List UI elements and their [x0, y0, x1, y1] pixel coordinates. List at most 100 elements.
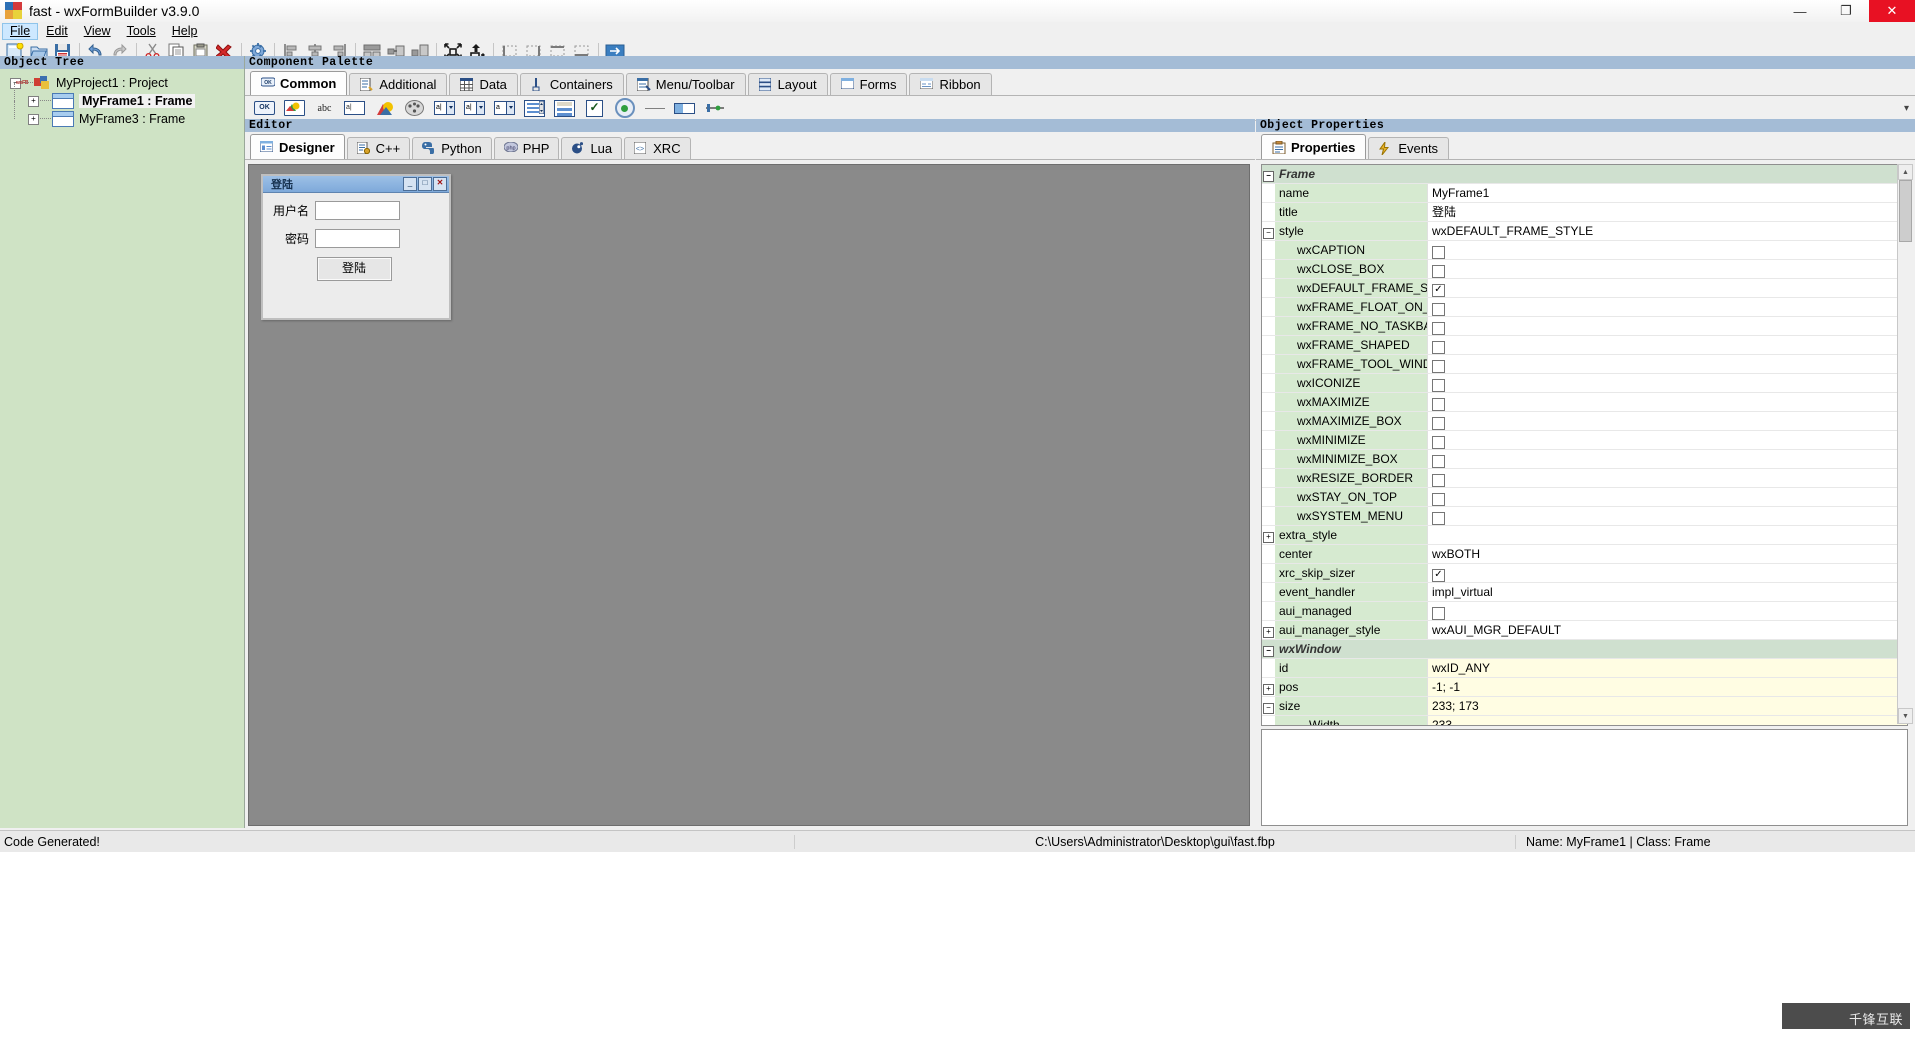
- checkbox-wxframe-shaped[interactable]: [1432, 340, 1445, 354]
- style-expander[interactable]: −: [1262, 224, 1275, 239]
- property-value[interactable]: 登陆: [1427, 203, 1907, 221]
- checkbox-wxcaption[interactable]: [1432, 245, 1445, 259]
- property-row-xrc-skip-sizer[interactable]: xrc_skip_sizer ✓: [1262, 564, 1907, 583]
- property-value[interactable]: [1427, 450, 1907, 468]
- property-value[interactable]: MyFrame1: [1427, 184, 1907, 202]
- palette-wxstatictext-icon[interactable]: abc: [314, 100, 335, 117]
- palette-collapse-arrow-icon[interactable]: ▾: [1904, 103, 1909, 114]
- palette-wxlistbox-icon[interactable]: [524, 99, 545, 117]
- properties-tab-properties[interactable]: Properties: [1261, 134, 1367, 159]
- property-row-wxiconize[interactable]: wxICONIZE: [1262, 374, 1907, 393]
- property-value[interactable]: [1427, 298, 1907, 316]
- property-grid-scrollbar[interactable]: ▲ ▼: [1897, 164, 1913, 724]
- property-row-wxclose-box[interactable]: wxCLOSE_BOX: [1262, 260, 1907, 279]
- tree-toggle-myframe3[interactable]: +: [28, 113, 39, 125]
- palette-wxanimationctrl-icon[interactable]: [404, 100, 425, 117]
- property-row-wxstay-on-top[interactable]: wxSTAY_ON_TOP: [1262, 488, 1907, 507]
- property-category-wxwindow[interactable]: − wxWindow: [1262, 640, 1907, 659]
- property-value[interactable]: [1427, 469, 1907, 487]
- designer-canvas[interactable]: 登陆 _ □ ✕ 用户名 密码 登陆: [248, 164, 1250, 826]
- tree-node-myframe3[interactable]: + MyFrame3 : Frame: [0, 101, 244, 128]
- property-value[interactable]: 233: [1427, 716, 1907, 725]
- checkbox-xrc-skip-sizer[interactable]: ✓: [1432, 568, 1445, 582]
- menu-edit[interactable]: Edit: [38, 23, 76, 40]
- checkbox-wxsystem-menu[interactable]: [1432, 511, 1445, 525]
- property-row-wxmaximize[interactable]: wxMAXIMIZE: [1262, 393, 1907, 412]
- property-value[interactable]: wxAUI_MGR_DEFAULT: [1427, 621, 1907, 639]
- property-row-wxminimize-box[interactable]: wxMINIMIZE_BOX: [1262, 450, 1907, 469]
- property-row-style[interactable]: − style wxDEFAULT_FRAME_STYLE: [1262, 222, 1907, 241]
- checkbox-wxdefault-frame-style[interactable]: ✓: [1432, 283, 1445, 297]
- property-value[interactable]: wxDEFAULT_FRAME_STYLE: [1427, 222, 1907, 240]
- menu-view[interactable]: View: [76, 23, 119, 40]
- palette-wxbutton-icon[interactable]: OK: [254, 100, 275, 117]
- checkbox-wxminimize[interactable]: [1432, 435, 1445, 449]
- property-value[interactable]: [1427, 241, 1907, 259]
- property-value[interactable]: [1427, 374, 1907, 392]
- scroll-up-arrow-icon[interactable]: ▲: [1898, 164, 1913, 180]
- object-tree[interactable]: − MyProject1 : Project wxFB + MyFrame1 :…: [0, 69, 244, 128]
- property-value[interactable]: ✓: [1427, 279, 1907, 297]
- property-row-wxsystem-menu[interactable]: wxSYSTEM_MENU: [1262, 507, 1907, 526]
- property-value[interactable]: -1; -1: [1427, 678, 1907, 696]
- property-row-center[interactable]: center wxBOTH: [1262, 545, 1907, 564]
- designed-frame-close[interactable]: ✕: [433, 177, 447, 191]
- maximize-button[interactable]: ❐: [1823, 0, 1869, 22]
- editor-tab-xrc[interactable]: <> XRC: [624, 137, 691, 159]
- extra-style-expander[interactable]: +: [1262, 528, 1275, 543]
- property-value[interactable]: [1427, 355, 1907, 373]
- login-button[interactable]: 登陆: [316, 257, 392, 281]
- property-value[interactable]: [1427, 336, 1907, 354]
- checkbox-wxiconize[interactable]: [1432, 378, 1445, 392]
- property-value[interactable]: [1427, 507, 1907, 525]
- editor-tab-lua[interactable]: Lua: [561, 137, 623, 159]
- palette-tab-additional[interactable]: Additional: [349, 73, 448, 95]
- property-row-width[interactable]: Width 233: [1262, 716, 1907, 725]
- category-expander[interactable]: −: [1262, 642, 1275, 657]
- property-value[interactable]: impl_virtual: [1427, 583, 1907, 601]
- palette-tab-ribbon[interactable]: Ribbon: [909, 73, 992, 95]
- designed-frame-minimize[interactable]: _: [403, 177, 417, 191]
- close-button[interactable]: ✕: [1869, 0, 1915, 22]
- property-row-wxcaption[interactable]: wxCAPTION: [1262, 241, 1907, 260]
- menu-file[interactable]: File: [2, 22, 39, 40]
- checkbox-wxclose-box[interactable]: [1432, 264, 1445, 278]
- tree-node-project[interactable]: − MyProject1 : Project: [0, 74, 244, 92]
- minimize-button[interactable]: —: [1777, 0, 1823, 22]
- property-row-event-handler[interactable]: event_handler impl_virtual: [1262, 583, 1907, 602]
- property-value[interactable]: [1427, 412, 1907, 430]
- palette-wxchecklistbox-icon[interactable]: [554, 99, 575, 117]
- property-value[interactable]: [1427, 526, 1907, 544]
- palette-tab-common[interactable]: OK Common: [250, 71, 348, 95]
- property-row-pos[interactable]: + pos -1; -1: [1262, 678, 1907, 697]
- property-value[interactable]: [1427, 260, 1907, 278]
- property-row-extra-style[interactable]: + extra_style: [1262, 526, 1907, 545]
- property-row-size[interactable]: − size 233; 173: [1262, 697, 1907, 716]
- property-row-wxminimize[interactable]: wxMINIMIZE: [1262, 431, 1907, 450]
- palette-wxradiobutton-icon[interactable]: [614, 98, 635, 118]
- scrollbar-thumb[interactable]: [1899, 180, 1912, 242]
- designed-frame-maximize[interactable]: □: [418, 177, 432, 191]
- property-row-wxresize-border[interactable]: wxRESIZE_BORDER: [1262, 469, 1907, 488]
- checkbox-wxmaximize-box[interactable]: [1432, 416, 1445, 430]
- tree-node-myframe1[interactable]: + MyFrame1 : Frame: [0, 83, 244, 110]
- checkbox-aui-managed[interactable]: [1432, 606, 1445, 620]
- username-input[interactable]: [315, 201, 400, 220]
- property-value[interactable]: [1427, 393, 1907, 411]
- palette-wxbitmapcombobox-icon[interactable]: a|: [464, 100, 485, 117]
- property-row-name[interactable]: name MyFrame1: [1262, 184, 1907, 203]
- property-row-aui-managed[interactable]: aui_managed: [1262, 602, 1907, 621]
- palette-tab-forms[interactable]: Forms: [829, 73, 908, 95]
- palette-wxcombobox-icon[interactable]: a|: [434, 100, 455, 117]
- property-row-wxdefault-frame-style[interactable]: wxDEFAULT_FRAME_STYL ✓: [1262, 279, 1907, 298]
- checkbox-wxframe-float-on-parent[interactable]: [1432, 302, 1445, 316]
- property-category-frame[interactable]: − Frame: [1262, 165, 1907, 184]
- menu-tools[interactable]: Tools: [119, 23, 164, 40]
- editor-tab-python[interactable]: Python: [412, 137, 492, 159]
- palette-wxtextctrl-icon[interactable]: a|: [344, 100, 365, 117]
- palette-wxchoice-icon[interactable]: a: [494, 100, 515, 117]
- checkbox-wxresize-border[interactable]: [1432, 473, 1445, 487]
- palette-wxstaticline-icon[interactable]: [644, 100, 665, 117]
- property-row-title[interactable]: title 登陆: [1262, 203, 1907, 222]
- pos-expander[interactable]: +: [1262, 680, 1275, 695]
